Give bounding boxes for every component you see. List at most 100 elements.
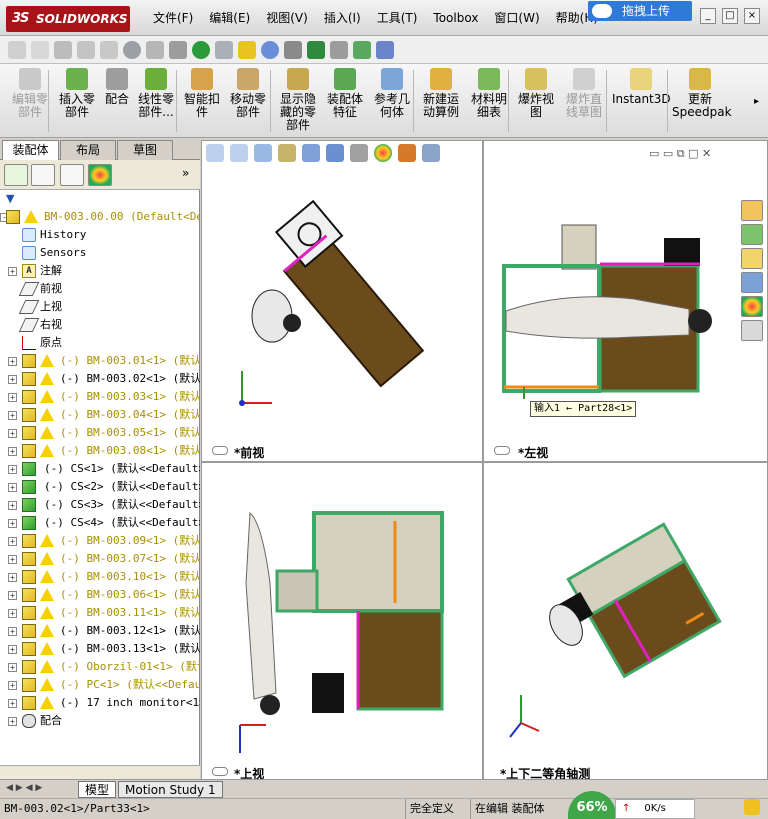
property-manager-icon[interactable] — [31, 164, 55, 186]
viewport-isometric[interactable]: *上下二等角轴测 — [483, 462, 768, 780]
expand-toggle[interactable]: + — [8, 447, 17, 456]
menu-edit[interactable]: 编辑(E) — [201, 9, 258, 27]
tab-layout[interactable]: 布局 — [60, 140, 116, 160]
expand-toggle[interactable]: + — [8, 627, 17, 636]
expand-toggle[interactable]: + — [8, 519, 17, 528]
print-icon[interactable] — [330, 40, 348, 59]
view-settings-icon[interactable] — [422, 144, 440, 162]
tree-item[interactable]: + (-) BM-003.04<1> (默认< — [0, 406, 200, 424]
more-chevron-icon[interactable]: » — [182, 166, 189, 180]
tree-item[interactable]: 上视 — [0, 298, 200, 316]
hide-show-icon[interactable] — [350, 144, 368, 162]
expand-toggle[interactable]: + — [8, 537, 17, 546]
expand-toggle[interactable]: + — [8, 501, 17, 510]
minimize-button[interactable]: _ — [700, 8, 716, 24]
zoom-area-icon[interactable] — [230, 144, 248, 162]
expand-toggle[interactable]: + — [8, 645, 17, 654]
section-view-icon[interactable] — [278, 144, 296, 162]
search-icon[interactable] — [261, 40, 279, 59]
menu-insert[interactable]: 插入(I) — [316, 9, 369, 27]
tree-item[interactable]: + (-) BM-003.11<1> (默认< — [0, 604, 200, 622]
restore-button[interactable]: □ — [722, 8, 738, 24]
expand-toggle[interactable]: + — [8, 267, 17, 276]
tree-item[interactable]: 右视 — [0, 316, 200, 334]
tree-item[interactable]: + (-) BM-003.05<1> (默认< — [0, 424, 200, 442]
help-icon[interactable] — [376, 40, 394, 59]
tree-item[interactable]: + (-) BM-003.12<1> (默认<Def — [0, 622, 200, 640]
tab-assembly[interactable]: 装配体 — [2, 140, 59, 161]
command-2[interactable]: 配合 — [101, 68, 133, 106]
scene-icon[interactable] — [398, 144, 416, 162]
expand-toggle[interactable]: + — [8, 609, 17, 618]
tree-item[interactable]: History — [0, 226, 200, 244]
tree-item[interactable]: + (-) CS<4> (默认<<Default>_ — [0, 514, 200, 532]
location-pin-icon[interactable] — [192, 40, 210, 59]
tab-model[interactable]: 模型 — [78, 781, 117, 798]
tree-item[interactable]: + (-) BM-003.02<1> (默认<Def — [0, 370, 200, 388]
display-style-icon[interactable] — [326, 144, 344, 162]
wave-icon[interactable] — [215, 40, 233, 59]
cross-icon[interactable] — [238, 40, 256, 59]
command-9[interactable]: 新建运 动算例 — [418, 68, 464, 119]
viewport-window-controls[interactable]: ▭ ▭ ⧉ □ ✕ — [649, 147, 711, 161]
feature-manager-icon[interactable] — [4, 164, 28, 186]
upload-button[interactable]: 拖拽上传 — [588, 1, 692, 21]
sketch-icon[interactable] — [31, 40, 49, 59]
design-library-icon[interactable] — [741, 224, 763, 245]
custom-properties-icon[interactable] — [741, 320, 763, 341]
command-0[interactable]: 编辑零 部件 — [6, 68, 54, 119]
menu-toolbox[interactable]: Toolbox — [425, 9, 486, 27]
tree-item[interactable]: + (-) BM-003.10<1> (默认< — [0, 568, 200, 586]
command-11[interactable]: 爆炸视 图 — [513, 68, 559, 119]
expand-toggle[interactable]: + — [8, 429, 17, 438]
tree-item[interactable]: + (-) BM-003.03<1> (默认< — [0, 388, 200, 406]
tree-item[interactable]: + (-) 17 inch monitor<1> (默 — [0, 694, 200, 712]
tree-item[interactable]: + (-) BM-003.01<1> (默认< — [0, 352, 200, 370]
tree-item[interactable]: - BM-003.00.00 (Default<Def — [0, 208, 200, 226]
select-icon[interactable] — [8, 40, 26, 59]
viewport-top[interactable]: *上视 — [201, 462, 483, 780]
home-icon[interactable] — [741, 200, 763, 221]
tree-item[interactable]: + (-) BM-003.09<1> (默认< — [0, 532, 200, 550]
expand-toggle[interactable]: + — [8, 699, 17, 708]
tree-item[interactable]: + (-) CS<2> (默认<<Default>_ — [0, 478, 200, 496]
expand-toggle[interactable]: + — [8, 393, 17, 402]
appearance-icon[interactable] — [374, 144, 392, 162]
display-manager-icon[interactable] — [88, 164, 112, 186]
expand-toggle[interactable]: + — [8, 681, 17, 690]
funnel-icon[interactable] — [169, 40, 187, 59]
tree-item[interactable]: + (-) BM-003.07<1> (默认< — [0, 550, 200, 568]
command-7[interactable]: 装配体 特征 — [322, 68, 368, 119]
menu-view[interactable]: 视图(V) — [258, 9, 316, 27]
expand-toggle[interactable]: + — [8, 555, 17, 564]
gear-icon[interactable] — [123, 40, 141, 59]
expand-toggle[interactable]: + — [8, 591, 17, 600]
rebuild-status-icon[interactable] — [744, 799, 760, 815]
close-button[interactable]: × — [744, 8, 760, 24]
tree-item[interactable]: Sensors — [0, 244, 200, 262]
tree-item[interactable]: + (-) BM-003.06<1> (默认< — [0, 586, 200, 604]
command-4[interactable]: 智能扣 件 — [181, 68, 223, 119]
tree-item[interactable]: + (-) PC<1> (默认<<Defaul — [0, 676, 200, 694]
zoom-fit-icon[interactable] — [206, 144, 224, 162]
tab-sketch[interactable]: 草图 — [117, 140, 173, 160]
expand-toggle[interactable]: + — [8, 663, 17, 672]
viewport-menu-icon[interactable] — [212, 767, 228, 776]
filter-icon[interactable]: ▼ — [6, 192, 14, 205]
expand-toggle[interactable]: + — [8, 573, 17, 582]
tree-item[interactable]: + (-) BM-003.08<1> (默认< — [0, 442, 200, 460]
tree-item[interactable]: + 配合 — [0, 712, 200, 730]
tab-scroll-arrows[interactable]: ◀ ▶ ◀ ▶ — [6, 783, 42, 793]
command-14[interactable]: 更新 Speedpak — [672, 68, 732, 119]
command-3[interactable]: 线性零 部件... — [134, 68, 178, 119]
tree-item[interactable]: 前视 — [0, 280, 200, 298]
previous-view-icon[interactable] — [254, 144, 272, 162]
tree-item[interactable]: + (-) BM-003.13<1> (默认<De — [0, 640, 200, 658]
viewport-menu-icon[interactable] — [494, 446, 510, 455]
config-manager-icon[interactable] — [60, 164, 84, 186]
image-icon[interactable] — [353, 40, 371, 59]
expand-toggle[interactable]: + — [8, 375, 17, 384]
view-orientation-icon[interactable] — [302, 144, 320, 162]
excel-icon[interactable] — [307, 40, 325, 59]
expand-toggle[interactable]: + — [8, 717, 17, 726]
